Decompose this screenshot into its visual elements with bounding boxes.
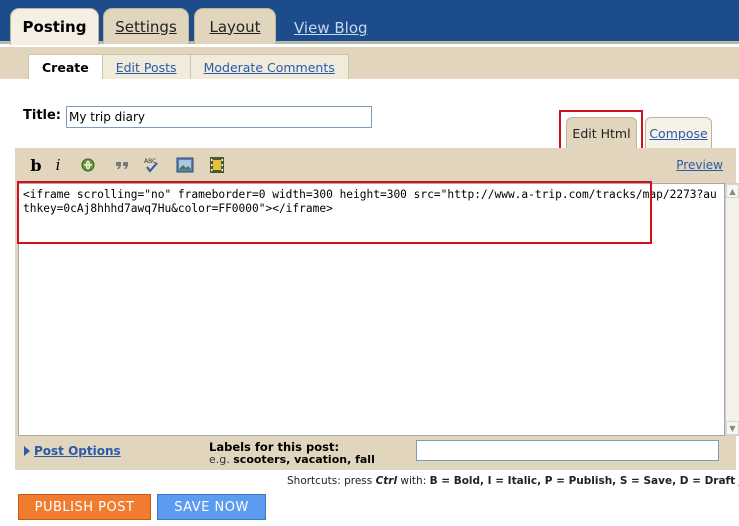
post-options-label: Post Options xyxy=(34,444,121,458)
expand-triangle-icon xyxy=(24,446,30,456)
scroll-down-icon[interactable]: ▼ xyxy=(726,421,739,435)
save-now-button[interactable]: SAVE NOW xyxy=(157,494,266,520)
video-icon[interactable] xyxy=(207,155,227,175)
shortcuts-ctrl: Ctrl xyxy=(375,475,398,487)
editor-scrollbar[interactable]: ▲ ▼ xyxy=(725,183,739,436)
subnav-moderate-comments[interactable]: Moderate Comments xyxy=(189,55,348,79)
editor-bottom-bar: Post Options Labels for this post: e.g. … xyxy=(15,436,736,470)
tab-settings[interactable]: Settings xyxy=(103,8,189,44)
preview-link[interactable]: Preview xyxy=(676,158,723,172)
subnav-items: Create Edit Posts Moderate Comments xyxy=(28,54,349,79)
labels-title: Labels for this post: xyxy=(209,440,340,454)
shortcuts-items: B = Bold, I = Italic, P = Publish, S = S… xyxy=(429,475,736,487)
quote-icon[interactable] xyxy=(112,155,132,175)
subnav-edit-posts[interactable]: Edit Posts xyxy=(101,55,190,79)
tab-label: Settings xyxy=(115,17,177,36)
shortcuts-with: with: xyxy=(397,475,430,487)
top-navigation-bar: Posting Settings Layout View Blog xyxy=(0,0,739,45)
tab-posting[interactable]: Posting xyxy=(10,8,99,45)
tab-edit-html[interactable]: Edit Html xyxy=(566,117,637,148)
title-label: Title: xyxy=(23,108,62,123)
labels-input[interactable] xyxy=(416,440,719,461)
tab-label: Posting xyxy=(22,18,87,36)
labels-example: e.g. scooters, vacation, fall xyxy=(209,453,375,466)
tab-label: Compose xyxy=(649,125,708,141)
title-input[interactable] xyxy=(66,106,372,128)
labels-example-prefix: e.g. xyxy=(209,453,234,466)
post-editor: b i ABC Preview <iframe scrolling="no" f… xyxy=(15,148,739,470)
scroll-up-icon[interactable]: ▲ xyxy=(726,184,739,198)
svg-text:ABC: ABC xyxy=(144,158,156,165)
link-icon[interactable] xyxy=(78,155,98,175)
spellcheck-icon[interactable]: ABC xyxy=(142,155,162,175)
tab-compose[interactable]: Compose xyxy=(645,117,712,148)
tab-layout[interactable]: Layout xyxy=(194,8,276,44)
labels-example-values: scooters, vacation, fall xyxy=(233,453,375,466)
keyboard-shortcuts: Shortcuts: press Ctrl with: B = Bold, I … xyxy=(287,475,739,487)
bold-button[interactable]: b xyxy=(26,155,46,175)
post-options-toggle[interactable]: Post Options xyxy=(24,444,121,458)
italic-button[interactable]: i xyxy=(48,155,68,175)
tab-label: Edit Html xyxy=(572,125,631,141)
shortcuts-prefix: Shortcuts: press xyxy=(287,475,376,487)
posting-subnav: Create Edit Posts Moderate Comments xyxy=(0,47,739,79)
subnav-create[interactable]: Create xyxy=(29,55,102,79)
editor-toolbar: b i ABC Preview xyxy=(15,148,736,182)
view-blog-link[interactable]: View Blog xyxy=(294,19,368,37)
publish-post-button[interactable]: PUBLISH POST xyxy=(18,494,151,520)
image-icon[interactable] xyxy=(175,155,195,175)
tab-label: Layout xyxy=(209,17,261,36)
html-editor-textarea[interactable]: <iframe scrolling="no" frameborder=0 wid… xyxy=(18,183,725,436)
